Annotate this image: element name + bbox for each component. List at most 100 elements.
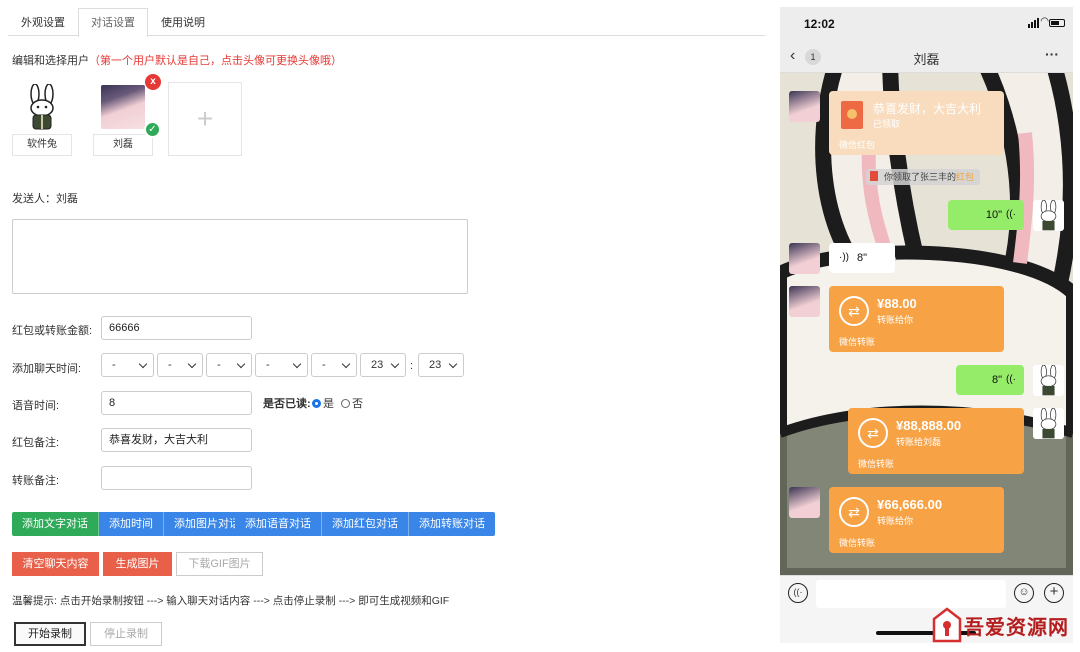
year-select[interactable]: - bbox=[101, 353, 154, 377]
tab-dialog[interactable]: 对话设置 bbox=[78, 8, 148, 37]
transfer-sub: 转账给你 bbox=[877, 516, 914, 526]
transfer-bubble[interactable]: ⇄ ¥88,888.00 转账给刘磊 微信转账 bbox=[848, 408, 1024, 474]
transfer-icon: ⇄ bbox=[839, 497, 869, 527]
user-name: 软件兔 bbox=[12, 134, 72, 156]
read-no-radio[interactable]: 否 bbox=[341, 395, 363, 411]
add-voice-dialog-button[interactable]: 添加语音对话 bbox=[235, 512, 322, 536]
voice-duration: 8" bbox=[857, 252, 868, 264]
chat-text-input[interactable] bbox=[816, 580, 1006, 608]
lock-logo-icon bbox=[932, 607, 962, 643]
user-card[interactable]: 软件兔 bbox=[12, 82, 72, 156]
recording-tip: 温馨提示: 点击开始录制按钮 ---> 输入聊天对话内容 ---> 点击停止录制… bbox=[12, 595, 450, 607]
voice-input-icon[interactable]: ((· bbox=[788, 583, 808, 603]
contact-avatar bbox=[789, 487, 820, 518]
plus-icon[interactable]: + bbox=[1044, 583, 1064, 603]
emoji-icon[interactable]: ☺ bbox=[1014, 583, 1034, 603]
start-recording-button[interactable]: 开始录制 bbox=[14, 622, 86, 646]
delete-user-icon[interactable]: x bbox=[145, 74, 161, 90]
voice-time-label: 语音时间: bbox=[12, 400, 60, 412]
self-avatar bbox=[1033, 408, 1064, 439]
redpacket-note-label: 红包备注: bbox=[12, 437, 60, 449]
rabbit-avatar[interactable] bbox=[12, 82, 72, 132]
watermark-text: 吾爱资源网 bbox=[964, 614, 1069, 639]
minute-select[interactable]: 23 bbox=[418, 353, 464, 377]
generate-image-button[interactable]: 生成图片 bbox=[103, 552, 172, 576]
transfer-footer: 微信转账 bbox=[839, 337, 876, 347]
signal-icon bbox=[1028, 18, 1039, 28]
transfer-note-label: 转账备注: bbox=[12, 475, 60, 487]
time-separator: : bbox=[410, 360, 414, 372]
self-avatar bbox=[1033, 200, 1064, 231]
hour-select[interactable]: 23 bbox=[360, 353, 406, 377]
more-icon[interactable]: ··· bbox=[1045, 46, 1059, 62]
day-select[interactable]: - bbox=[206, 353, 252, 377]
girl-avatar[interactable]: x ✓ bbox=[93, 74, 161, 138]
transfer-sub: 转账给你 bbox=[877, 315, 914, 325]
read-yes-radio[interactable]: 是 bbox=[312, 395, 334, 411]
tab-help[interactable]: 使用说明 bbox=[148, 8, 218, 36]
contact-avatar bbox=[789, 91, 820, 122]
contact-avatar bbox=[789, 243, 820, 274]
amount-label: 红包或转账金额: bbox=[12, 325, 93, 337]
add-user-button[interactable]: + bbox=[168, 82, 242, 156]
transfer-bubble[interactable]: ⇄ ¥88.00 转账给你 微信转账 bbox=[829, 286, 1004, 352]
message-textarea[interactable] bbox=[12, 219, 468, 294]
user-list: 软件兔 x ✓ 刘磊 + bbox=[12, 74, 242, 156]
read-no-label: 否 bbox=[352, 398, 363, 410]
redpacket-text: 恭喜发财，大吉大利 bbox=[873, 102, 982, 116]
stop-recording-button[interactable]: 停止录制 bbox=[90, 622, 162, 646]
clear-chat-button[interactable]: 清空聊天内容 bbox=[12, 552, 99, 576]
transfer-amount: ¥88,888.00 bbox=[896, 418, 962, 433]
voice-wave-icon: ·)) bbox=[839, 252, 849, 263]
transfer-amount: ¥66,666.00 bbox=[877, 497, 943, 512]
chat-navbar: ‹ 1 刘磊 ··· bbox=[780, 40, 1073, 73]
month-select[interactable]: - bbox=[157, 353, 203, 377]
period-select[interactable]: - bbox=[311, 353, 357, 377]
rabbit-icon bbox=[1040, 200, 1057, 231]
add-text-dialog-button[interactable]: 添加文字对话 bbox=[12, 512, 99, 536]
rabbit-icon bbox=[1040, 365, 1057, 396]
transfer-footer: 微信转账 bbox=[858, 459, 895, 469]
user-card[interactable]: x ✓ 刘磊 bbox=[93, 74, 161, 156]
transfer-footer: 微信转账 bbox=[839, 538, 876, 548]
redpacket-icon bbox=[841, 101, 863, 129]
redpacket-note-input[interactable]: 恭喜发财，大吉大利 bbox=[101, 428, 252, 452]
voice-bubble-right[interactable]: 10" ((· bbox=[948, 200, 1024, 230]
voice-bubble-right[interactable]: 8" ((· bbox=[956, 365, 1024, 395]
battery-icon bbox=[1049, 19, 1065, 27]
rabbit-icon bbox=[30, 84, 54, 130]
transfer-icon: ⇄ bbox=[839, 296, 869, 326]
redpacket-footer: 微信红包 bbox=[839, 140, 876, 150]
tab-appearance[interactable]: 外观设置 bbox=[8, 8, 78, 36]
sender-label: 发送人：刘磊 bbox=[12, 193, 78, 205]
voice-duration: 10" bbox=[985, 209, 1002, 221]
add-redpacket-dialog-button[interactable]: 添加红包对话 bbox=[322, 512, 409, 536]
redpacket-bubble[interactable]: 恭喜发财，大吉大利 已领取 微信红包 bbox=[829, 91, 1004, 155]
small-redpacket-icon bbox=[870, 171, 878, 181]
status-time: 12:02 bbox=[804, 17, 835, 31]
chat-time-label: 添加聊天时间: bbox=[12, 363, 82, 375]
selected-check-icon: ✓ bbox=[144, 121, 161, 138]
system-message-highlight: 红包 bbox=[956, 172, 975, 182]
add-time-button[interactable]: 添加时间 bbox=[99, 512, 164, 536]
dialog-button-group-1: 添加文字对话 添加时间 添加图片对话 bbox=[12, 512, 250, 536]
edit-users-hint: 编辑和选择用户（第一个用户默认是自己，点击头像可更换头像哦） bbox=[12, 52, 342, 68]
read-yes-label: 是 bbox=[323, 398, 334, 410]
read-status-label: 是否已读: bbox=[263, 398, 311, 410]
radio-unchecked-icon bbox=[341, 399, 350, 408]
rabbit-icon bbox=[1040, 408, 1057, 439]
weekday-select[interactable]: - bbox=[255, 353, 308, 377]
transfer-bubble[interactable]: ⇄ ¥66,666.00 转账给你 微信转账 bbox=[829, 487, 1004, 553]
add-transfer-dialog-button[interactable]: 添加转账对话 bbox=[409, 512, 495, 536]
voice-time-input[interactable]: 8 bbox=[101, 391, 252, 415]
voice-bubble-left[interactable]: ·)) 8" bbox=[829, 243, 895, 273]
download-gif-button[interactable]: 下载GIF图片 bbox=[176, 552, 263, 576]
voice-duration: 8" bbox=[991, 374, 1002, 386]
system-message-text: 你领取了张三丰的 bbox=[884, 172, 957, 182]
transfer-amount: ¥88.00 bbox=[877, 296, 917, 311]
redpacket-status: 已领取 bbox=[873, 119, 901, 129]
amount-input[interactable]: 66666 bbox=[101, 316, 252, 340]
transfer-note-input[interactable] bbox=[101, 466, 252, 490]
voice-wave-icon: ((· bbox=[1006, 209, 1016, 220]
phone-preview: 12:02 ◠ ‹ 1 刘磊 ··· 恭喜发财，大吉大利 已领取 微信红包 你领… bbox=[780, 7, 1073, 643]
